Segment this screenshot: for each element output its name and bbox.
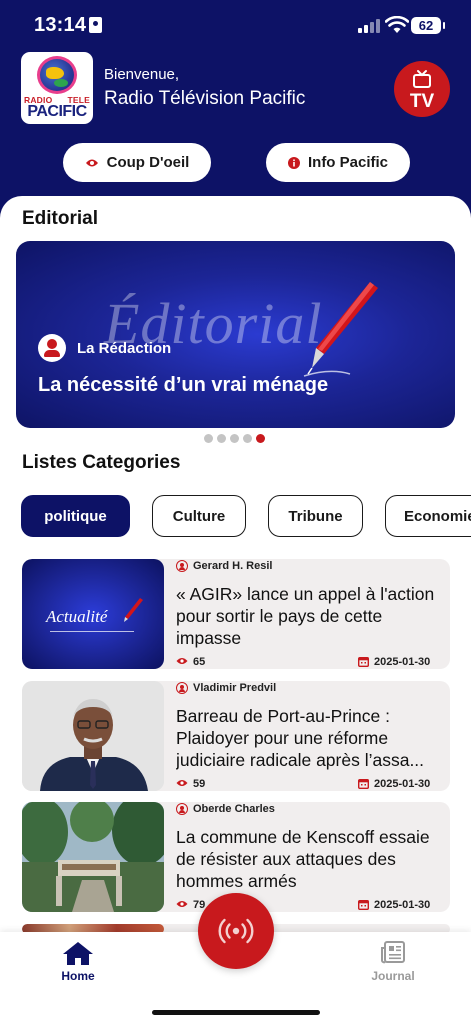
calendar-icon <box>358 900 369 910</box>
article-date: 2025-01-30 <box>374 656 431 668</box>
article-views: 59 <box>193 778 206 790</box>
article-author: Vladimir Predvil <box>193 682 277 694</box>
info-pacific-label: Info Pacific <box>307 154 389 171</box>
status-time: 13:14 <box>34 14 87 36</box>
article-thumbnail: Actualité <box>22 559 164 669</box>
carousel-indicator <box>204 434 265 443</box>
broadcast-icon <box>218 918 254 944</box>
author-icon <box>176 560 188 572</box>
carousel-dot[interactable] <box>230 434 239 443</box>
carousel-dot[interactable] <box>243 434 252 443</box>
article-title: Barreau de Port-au-Prince : Plaidoyer po… <box>176 706 425 770</box>
wifi-icon <box>385 16 409 33</box>
article-author: Oberde Charles <box>193 803 275 815</box>
greeting: Bienvenue, <box>104 66 180 83</box>
carousel-dot-active[interactable] <box>256 434 265 443</box>
kenscoff-image <box>22 802 164 912</box>
info-pacific-button[interactable]: Info Pacific <box>266 143 410 182</box>
article-thumbnail <box>22 802 164 912</box>
battery-icon: 62 <box>411 17 445 34</box>
article-title: « AGIR» lance un appel à l'action pour s… <box>176 584 435 648</box>
tv-icon <box>413 70 431 88</box>
article-card[interactable]: Actualité Gerard H. Resil « AGIR» lance … <box>22 559 450 669</box>
author-icon <box>176 803 188 815</box>
info-icon <box>287 156 300 169</box>
home-icon[interactable] <box>55 940 101 966</box>
logo-pacific: PACIFIC <box>27 103 87 120</box>
banner-author: La Rédaction <box>77 340 172 357</box>
tv-button[interactable]: TV <box>394 61 450 117</box>
banner-title: La nécessité d’un vrai ménage <box>38 374 329 396</box>
editorial-section-title: Editorial <box>22 208 99 229</box>
coup-doeil-label: Coup D'oeil <box>106 154 190 171</box>
article-card[interactable]: Vladimir Predvil Barreau de Port-au-Prin… <box>22 681 450 791</box>
newspaper-icon[interactable] <box>380 940 406 964</box>
calendar-icon <box>358 779 369 789</box>
carousel-dot[interactable] <box>217 434 226 443</box>
eye-icon <box>176 901 188 907</box>
carousel-dot[interactable] <box>204 434 213 443</box>
category-chip-culture[interactable]: Culture <box>152 495 246 537</box>
author-icon <box>176 682 188 694</box>
globe-logo-icon <box>37 56 77 94</box>
article-author: Gerard H. Resil <box>193 560 273 572</box>
cellular-signal-icon <box>358 18 380 33</box>
station-logo: RADIO TELE PACIFIC <box>21 52 93 124</box>
nav-journal-label[interactable]: Journal <box>360 969 426 983</box>
categories-section-title: Listes Categories <box>22 452 181 473</box>
pen-icon <box>124 598 143 622</box>
status-bar: 13:14 62 <box>0 0 471 50</box>
article-title: La commune de Kenscoff essaie de résiste… <box>176 827 430 891</box>
thumbnail-text: Actualité <box>46 607 108 626</box>
home-indicator <box>152 1010 320 1015</box>
article-date: 2025-01-30 <box>374 778 431 790</box>
nav-home-label[interactable]: Home <box>45 969 111 983</box>
portrait-image <box>22 681 164 791</box>
article-thumbnail <box>22 681 164 791</box>
author-avatar-icon <box>38 334 66 362</box>
live-radio-button[interactable] <box>198 893 274 969</box>
eye-icon <box>85 159 98 166</box>
coup-doeil-button[interactable]: Coup D'oeil <box>63 143 211 182</box>
article-views: 65 <box>193 656 206 668</box>
calendar-icon <box>358 657 369 667</box>
tv-button-label: TV <box>409 91 435 112</box>
orientation-lock-icon <box>89 17 102 33</box>
article-date: 2025-01-30 <box>374 899 431 911</box>
category-chip-economie[interactable]: Economie <box>385 495 471 537</box>
category-chip-politique[interactable]: politique <box>21 495 130 537</box>
category-chip-tribune[interactable]: Tribune <box>268 495 363 537</box>
eye-icon <box>176 658 188 664</box>
station-name: Radio Télévision Pacific <box>104 88 306 109</box>
pen-icon <box>303 282 378 377</box>
eye-icon <box>176 780 188 786</box>
